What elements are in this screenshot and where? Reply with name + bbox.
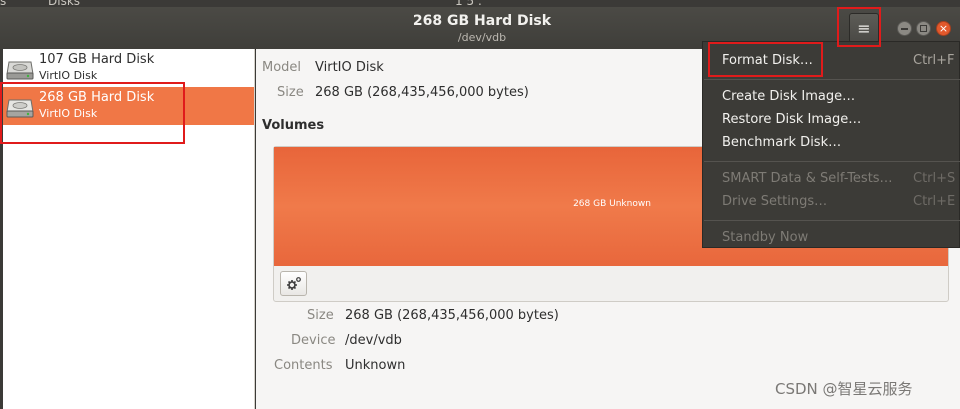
volume-contents-value: Unknown: [345, 358, 406, 373]
disk-model: VirtIO Disk: [39, 107, 98, 120]
disk-list-item[interactable]: 107 GB Hard Disk VirtIO Disk: [0, 49, 254, 87]
gear-icon: [287, 277, 301, 290]
menu-accel-drive-settings: Ctrl+E: [913, 194, 956, 209]
menu-separator: [704, 161, 960, 162]
volume-size-label: Size: [307, 308, 334, 323]
menu-item-restore-disk-image[interactable]: Restore Disk Image…: [722, 112, 861, 127]
volume-device-value: /dev/vdb: [345, 333, 402, 348]
menu-separator: [704, 79, 960, 80]
menu-item-format-disk[interactable]: Format Disk…: [722, 53, 813, 68]
close-button[interactable]: ×: [936, 21, 951, 36]
size-label: Size: [277, 85, 304, 100]
menu-item-create-disk-image[interactable]: Create Disk Image…: [722, 89, 855, 104]
volume-contents-label: Contents: [274, 358, 333, 373]
drive-menu-button[interactable]: ≡: [849, 13, 879, 43]
disk-name: 268 GB Hard Disk: [39, 90, 155, 105]
disk-model: VirtIO Disk: [39, 69, 98, 82]
disk-list-item-selected[interactable]: 268 GB Hard Disk VirtIO Disk: [0, 87, 254, 125]
drive-menu-popover: Format Disk… Ctrl+F Create Disk Image… R…: [702, 41, 960, 248]
volume-size-value: 268 GB (268,435,456,000 bytes): [345, 308, 559, 323]
model-value: VirtIO Disk: [315, 60, 384, 75]
minimize-icon: [898, 22, 911, 35]
hard-disk-icon: [6, 61, 34, 80]
menu-item-benchmark-disk[interactable]: Benchmark Disk…: [722, 135, 841, 150]
disk-name: 107 GB Hard Disk: [39, 52, 155, 67]
hard-disk-icon: [6, 99, 34, 118]
disk-list-sidebar: 107 GB Hard Disk VirtIO Disk 268 GB Hard…: [0, 49, 255, 409]
volumes-heading: Volumes: [262, 118, 325, 133]
minimize-button[interactable]: [897, 21, 912, 36]
menu-accel-format-disk: Ctrl+F: [913, 53, 955, 68]
desktop-top-bar: s Disks 1 5 :: [0, 0, 960, 8]
model-label: Model: [262, 60, 302, 75]
volume-device-label: Device: [291, 333, 336, 348]
menu-accel-smart-data: Ctrl+S: [913, 171, 956, 186]
volume-options-button[interactable]: [280, 271, 307, 296]
menu-item-smart-data[interactable]: SMART Data & Self-Tests…: [722, 171, 893, 186]
menu-item-standby-now[interactable]: Standby Now: [722, 230, 808, 245]
maximize-icon: [917, 22, 930, 35]
hamburger-icon: ≡: [857, 19, 871, 38]
maximize-button[interactable]: [916, 21, 931, 36]
window-left-border: [0, 49, 3, 409]
menu-separator: [704, 220, 960, 221]
close-icon: ×: [938, 22, 949, 35]
menu-item-drive-settings[interactable]: Drive Settings…: [722, 194, 827, 209]
watermark: CSDN @智星云服务: [775, 380, 913, 398]
window-title: 268 GB Hard Disk: [412, 13, 552, 29]
size-value: 268 GB (268,435,456,000 bytes): [315, 85, 529, 100]
